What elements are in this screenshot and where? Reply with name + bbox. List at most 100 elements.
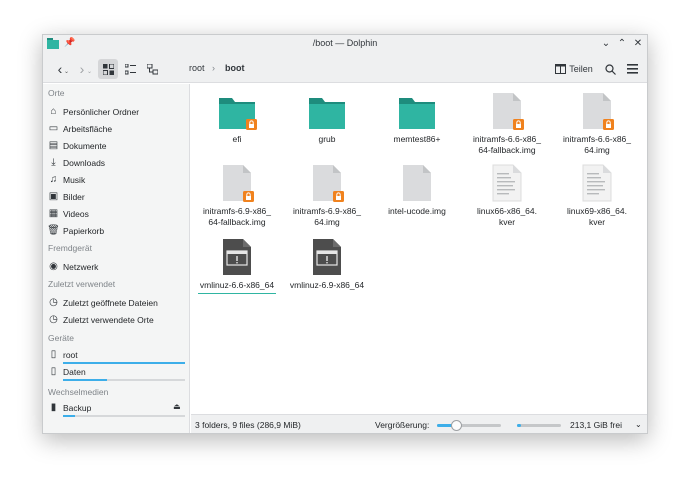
- status-summary: 3 folders, 9 files (286,9 MiB): [195, 420, 301, 430]
- zoom-slider-handle[interactable]: [451, 420, 463, 431]
- forward-dropdown-icon[interactable]: ⌄: [87, 68, 92, 75]
- lock-icon: [246, 119, 257, 130]
- backup-capacity-bar: [63, 415, 185, 417]
- file-name-label: initramfs-6.6-x86_ 64-fallback.img: [472, 134, 542, 155]
- trash-icon: 🗑: [47, 225, 60, 236]
- split-button[interactable]: Teilen: [553, 59, 595, 79]
- file-name-label: initramfs-6.9-x86_ 64.img: [292, 206, 362, 227]
- folder-icon: [397, 92, 437, 130]
- file-item-initramfs-6-6-x86-64-img[interactable]: initramfs-6.6-x86_ 64.img: [552, 92, 642, 156]
- free-space-label: 213,1 GiB frei: [570, 420, 622, 430]
- file-item-memtest86-[interactable]: memtest86+: [372, 92, 462, 145]
- sidebar-item-daten[interactable]: ▯ Daten: [48, 364, 186, 379]
- file-name-label: linux69-x86_64. kver: [566, 206, 627, 227]
- sidebar-item-home[interactable]: ⌂ Persönlicher Ordner: [48, 104, 186, 119]
- text-file-icon: [577, 164, 617, 202]
- sidebar-item-root[interactable]: ▯ root: [48, 347, 186, 362]
- section-devices: Geräte: [48, 333, 74, 343]
- details-view-icon[interactable]: [120, 59, 140, 79]
- sidebar-item-desktop[interactable]: ▭ Arbeitsfläche: [48, 121, 186, 136]
- network-icon: ◉: [49, 261, 58, 272]
- file-item-linux69-x86-64-kver[interactable]: linux69-x86_64. kver: [552, 164, 642, 228]
- file-item-vmlinuz-6-9-x86-64[interactable]: vmlinuz-6.9-x86_64: [282, 238, 372, 291]
- tree-view-icon[interactable]: [142, 59, 162, 79]
- file-icon: [577, 92, 617, 130]
- sidebar-item-network[interactable]: ◉ Netzwerk: [48, 259, 186, 274]
- file-item-initramfs-6-6-x86-64-fallback-img[interactable]: initramfs-6.6-x86_ 64-fallback.img: [462, 92, 552, 156]
- sidebar-item-recent-files[interactable]: ◷ Zuletzt geöffnete Dateien: [48, 295, 186, 310]
- folder-icon: [217, 92, 257, 130]
- pictures-icon: ▣: [48, 191, 59, 202]
- file-item-linux66-x86-64-kver[interactable]: linux66-x86_64. kver: [462, 164, 552, 228]
- minimize-button[interactable]: ⌄: [599, 37, 613, 51]
- sidebar-item-documents[interactable]: ▤ Dokumente: [48, 138, 186, 153]
- file-item-efi[interactable]: efi: [192, 92, 282, 145]
- text-file-icon: [487, 164, 527, 202]
- sidebar-item-pictures[interactable]: ▣ Bilder: [48, 189, 186, 204]
- home-icon: ⌂: [50, 106, 57, 117]
- lock-icon: [333, 191, 344, 202]
- file-name-label: vmlinuz-6.6-x86_64: [199, 280, 275, 290]
- music-icon: ♫: [49, 174, 58, 185]
- section-fremdgeraet: Fremdgerät: [48, 243, 92, 253]
- places-sidebar: Orte ⌂ Persönlicher Ordner ▭ Arbeitsfläche…: [43, 84, 190, 433]
- eject-icon[interactable]: ⏏: [173, 402, 181, 411]
- zoom-slider[interactable]: [437, 420, 501, 431]
- section-recent: Zuletzt verwendet: [48, 279, 116, 289]
- file-name-label: linux66-x86_64. kver: [476, 206, 537, 227]
- daten-capacity-fill: [63, 379, 107, 381]
- video-icon: ▦: [48, 208, 59, 219]
- sidebar-item-music[interactable]: ♫ Musik: [48, 172, 186, 187]
- recent-places-icon: ◷: [49, 314, 58, 325]
- file-name-label: initramfs-6.9-x86_ 64-fallback.img: [202, 206, 272, 227]
- usb-drive-icon: ▮: [50, 402, 57, 413]
- close-button[interactable]: ✕: [631, 37, 645, 51]
- file-item-initramfs-6-9-x86-64-img[interactable]: initramfs-6.9-x86_ 64.img: [282, 164, 372, 228]
- free-space-dropdown-icon[interactable]: ⌄: [635, 420, 642, 429]
- breadcrumb-root[interactable]: root: [189, 63, 205, 73]
- file-item-intel-ucode-img[interactable]: intel-ucode.img: [372, 164, 462, 217]
- breadcrumb-boot[interactable]: boot: [225, 63, 245, 73]
- sidebar-item-downloads[interactable]: ⤓ Downloads: [48, 155, 186, 170]
- search-icon[interactable]: [601, 59, 619, 79]
- file-name-label: grub: [318, 134, 336, 144]
- lock-icon: [513, 119, 524, 130]
- executable-file-icon: [217, 238, 257, 276]
- desktop-icon: ▭: [48, 123, 59, 134]
- icons-view-icon[interactable]: [98, 59, 118, 79]
- file-item-initramfs-6-9-x86-64-fallback-img[interactable]: initramfs-6.9-x86_ 64-fallback.img: [192, 164, 282, 228]
- maximize-button[interactable]: ⌃: [615, 37, 629, 51]
- lock-icon: [603, 119, 614, 130]
- file-icon: [397, 164, 437, 202]
- folder-icon: [307, 92, 347, 130]
- split-label: Teilen: [569, 64, 593, 74]
- executable-file-icon: [307, 238, 347, 276]
- back-dropdown-icon[interactable]: ⌄: [64, 68, 69, 75]
- file-name-label: efi: [232, 134, 242, 144]
- file-icon: [217, 164, 257, 202]
- toolbar: ‹ ⌄ › ⌄ root › boot Teilen: [43, 53, 647, 83]
- title-bar: 📌 /boot — Dolphin ⌄ ⌃ ✕: [43, 35, 647, 53]
- file-item-grub[interactable]: grub: [282, 92, 372, 145]
- recent-files-icon: ◷: [49, 297, 58, 308]
- file-item-vmlinuz-6-6-x86-64[interactable]: vmlinuz-6.6-x86_64: [192, 238, 282, 294]
- file-name-label: initramfs-6.6-x86_ 64.img: [562, 134, 632, 155]
- free-space-bar: [517, 424, 561, 427]
- file-icon: [487, 92, 527, 130]
- daten-capacity-bar: [63, 379, 185, 381]
- file-name-label: vmlinuz-6.9-x86_64: [289, 280, 365, 290]
- sidebar-item-trash[interactable]: 🗑 Papierkorb: [47, 223, 186, 238]
- sidebar-item-videos[interactable]: ▦ Videos: [48, 206, 186, 221]
- file-icon: [307, 164, 347, 202]
- dolphin-window: 📌 /boot — Dolphin ⌄ ⌃ ✕ ‹ ⌄ › ⌄ root › b…: [42, 34, 648, 434]
- menu-icon[interactable]: [623, 59, 641, 79]
- window-title: /boot — Dolphin: [312, 38, 378, 48]
- lock-icon: [243, 191, 254, 202]
- drive-icon: ▯: [50, 349, 57, 360]
- status-bar: 3 folders, 9 files (286,9 MiB) Vergrößer…: [191, 414, 647, 433]
- sidebar-item-recent-places[interactable]: ◷ Zuletzt verwendete Orte: [48, 312, 186, 327]
- section-orte: Orte: [48, 88, 65, 98]
- section-removable: Wechselmedien: [48, 387, 109, 397]
- free-space-fill: [517, 424, 521, 427]
- sidebar-item-backup[interactable]: ▮ Backup: [48, 400, 186, 415]
